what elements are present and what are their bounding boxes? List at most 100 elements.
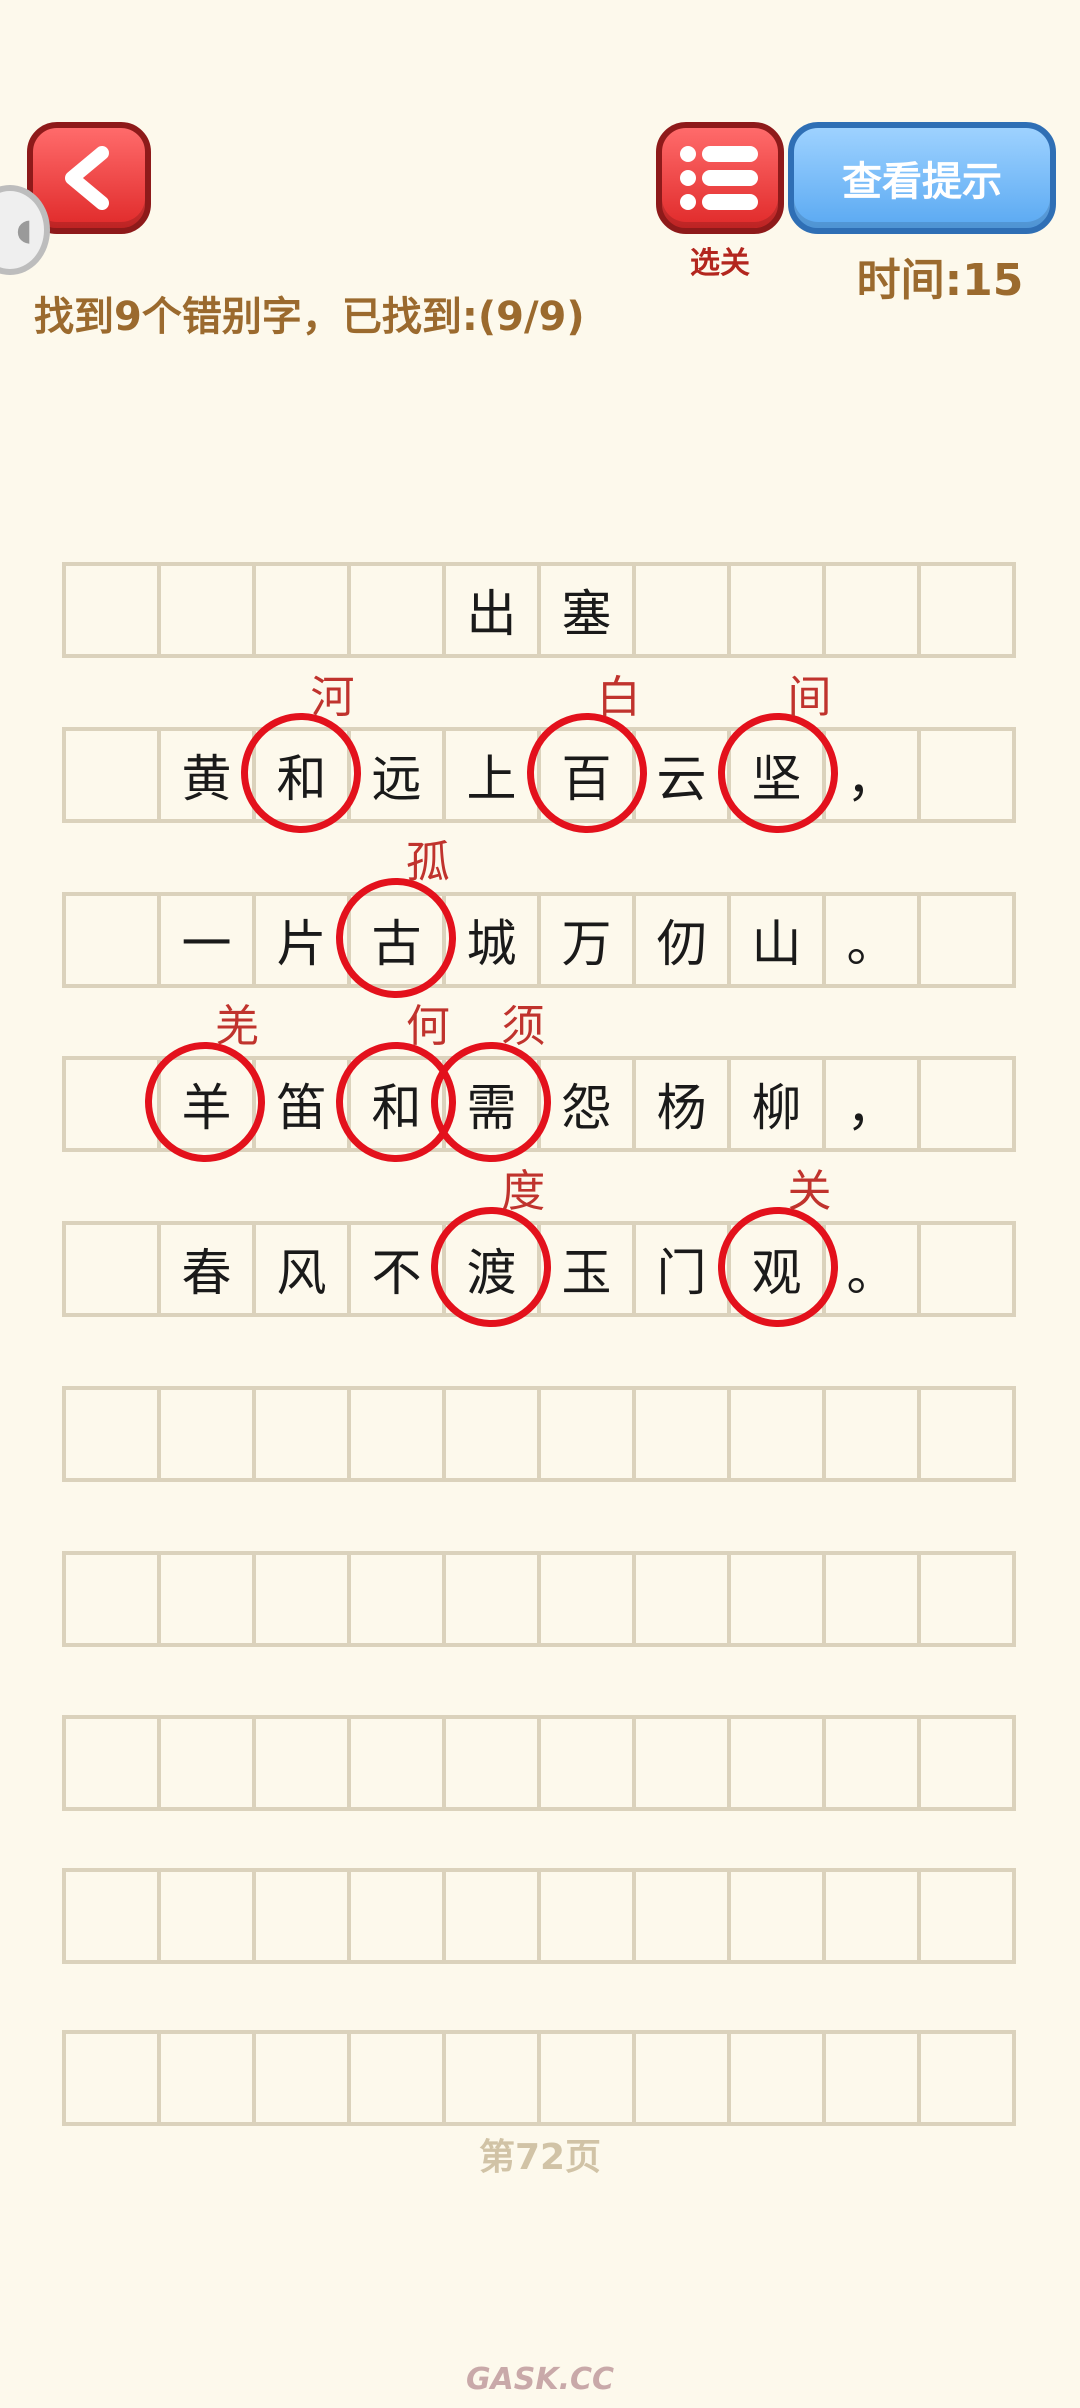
grid-cell[interactable]: 上 — [446, 731, 541, 819]
grid-cell[interactable] — [161, 566, 256, 654]
grid-cell[interactable]: ， — [826, 731, 921, 819]
grid-cell[interactable]: 和 — [351, 1060, 446, 1148]
grid-cell[interactable] — [731, 1555, 826, 1643]
grid-cell[interactable] — [66, 1555, 161, 1643]
grid-cell[interactable] — [256, 1719, 351, 1807]
grid-cell[interactable] — [636, 1390, 731, 1478]
grid-cell[interactable] — [66, 1225, 161, 1313]
grid-cell[interactable] — [826, 1719, 921, 1807]
grid-cell[interactable]: 黄 — [161, 731, 256, 819]
grid-cell[interactable] — [446, 2034, 541, 2122]
grid-cell[interactable] — [351, 1555, 446, 1643]
grid-cell[interactable] — [351, 1719, 446, 1807]
grid-cell[interactable] — [921, 1719, 1012, 1807]
grid-cell[interactable] — [66, 731, 161, 819]
grid-cell[interactable] — [541, 1719, 636, 1807]
grid-cell[interactable] — [161, 2034, 256, 2122]
grid-cell[interactable]: 片 — [256, 896, 351, 984]
grid-cell[interactable]: 远 — [351, 731, 446, 819]
grid-cell[interactable] — [731, 1872, 826, 1960]
grid-cell[interactable] — [256, 2034, 351, 2122]
grid-cell[interactable] — [921, 1872, 1012, 1960]
grid-cell[interactable] — [731, 1719, 826, 1807]
grid-cell[interactable]: 风 — [256, 1225, 351, 1313]
grid-cell[interactable] — [446, 1872, 541, 1960]
grid-cell[interactable]: 万 — [541, 896, 636, 984]
grid-cell[interactable] — [66, 1719, 161, 1807]
grid-cell[interactable] — [66, 566, 161, 654]
grid-cell[interactable] — [921, 731, 1012, 819]
grid-cell[interactable]: 百 — [541, 731, 636, 819]
grid-cell[interactable]: 出 — [446, 566, 541, 654]
grid-cell[interactable] — [541, 1390, 636, 1478]
grid-cell[interactable]: 玉 — [541, 1225, 636, 1313]
grid-cell[interactable]: 古 — [351, 896, 446, 984]
grid-cell[interactable]: 观 — [731, 1225, 826, 1313]
grid-cell[interactable]: 。 — [826, 1225, 921, 1313]
grid-cell[interactable] — [66, 896, 161, 984]
grid-cell[interactable] — [636, 1872, 731, 1960]
grid-cell[interactable] — [161, 1555, 256, 1643]
grid-cell[interactable] — [636, 1555, 731, 1643]
grid-cell[interactable] — [921, 896, 1012, 984]
grid-cell[interactable] — [351, 566, 446, 654]
grid-cell[interactable] — [66, 1872, 161, 1960]
grid-cell[interactable] — [161, 1390, 256, 1478]
grid-cell[interactable] — [636, 566, 731, 654]
grid-cell[interactable]: 云 — [636, 731, 731, 819]
grid-cell[interactable]: 和 — [256, 731, 351, 819]
grid-cell[interactable] — [351, 1390, 446, 1478]
grid-cell[interactable] — [826, 1872, 921, 1960]
grid-cell[interactable] — [921, 566, 1012, 654]
grid-cell[interactable]: 一 — [161, 896, 256, 984]
grid-cell[interactable]: ， — [826, 1060, 921, 1148]
grid-cell[interactable]: 笛 — [256, 1060, 351, 1148]
grid-cell[interactable]: 不 — [351, 1225, 446, 1313]
grid-cell[interactable] — [161, 1872, 256, 1960]
grid-cell[interactable]: 城 — [446, 896, 541, 984]
grid-cell[interactable] — [921, 1390, 1012, 1478]
grid-cell[interactable] — [921, 2034, 1012, 2122]
grid-cell[interactable] — [826, 2034, 921, 2122]
grid-cell[interactable]: 怨 — [541, 1060, 636, 1148]
grid-cell[interactable] — [731, 1390, 826, 1478]
grid-cell[interactable] — [256, 1390, 351, 1478]
grid-cell[interactable] — [446, 1555, 541, 1643]
grid-cell[interactable]: 坚 — [731, 731, 826, 819]
grid-cell[interactable] — [921, 1555, 1012, 1643]
grid-cell[interactable]: 柳 — [731, 1060, 826, 1148]
grid-cell[interactable]: 渡 — [446, 1225, 541, 1313]
grid-cell[interactable] — [446, 1390, 541, 1478]
grid-cell[interactable] — [66, 1060, 161, 1148]
grid-cell[interactable] — [351, 1872, 446, 1960]
grid-cell[interactable]: 。 — [826, 896, 921, 984]
grid-cell[interactable]: 需 — [446, 1060, 541, 1148]
grid-cell[interactable] — [161, 1719, 256, 1807]
grid-cell[interactable] — [826, 1390, 921, 1478]
grid-cell[interactable] — [636, 2034, 731, 2122]
grid-cell[interactable] — [541, 2034, 636, 2122]
grid-cell[interactable]: 春 — [161, 1225, 256, 1313]
grid-cell[interactable] — [541, 1872, 636, 1960]
grid-cell[interactable] — [351, 2034, 446, 2122]
grid-cell[interactable] — [826, 1555, 921, 1643]
grid-cell[interactable]: 门 — [636, 1225, 731, 1313]
grid-cell[interactable] — [256, 1555, 351, 1643]
grid-cell[interactable] — [256, 1872, 351, 1960]
grid-cell[interactable]: 羊 — [161, 1060, 256, 1148]
grid-cell[interactable] — [256, 566, 351, 654]
grid-cell[interactable]: 塞 — [541, 566, 636, 654]
grid-cell[interactable] — [731, 2034, 826, 2122]
grid-cell[interactable] — [446, 1719, 541, 1807]
grid-cell[interactable] — [636, 1719, 731, 1807]
grid-cell[interactable]: 山 — [731, 896, 826, 984]
grid-cell[interactable]: 仞 — [636, 896, 731, 984]
grid-cell[interactable]: 杨 — [636, 1060, 731, 1148]
grid-cell[interactable] — [66, 1390, 161, 1478]
grid-cell[interactable] — [731, 566, 826, 654]
grid-cell[interactable] — [541, 1555, 636, 1643]
grid-cell[interactable] — [921, 1060, 1012, 1148]
grid-cell[interactable] — [66, 2034, 161, 2122]
grid-cell[interactable] — [826, 566, 921, 654]
grid-cell[interactable] — [921, 1225, 1012, 1313]
